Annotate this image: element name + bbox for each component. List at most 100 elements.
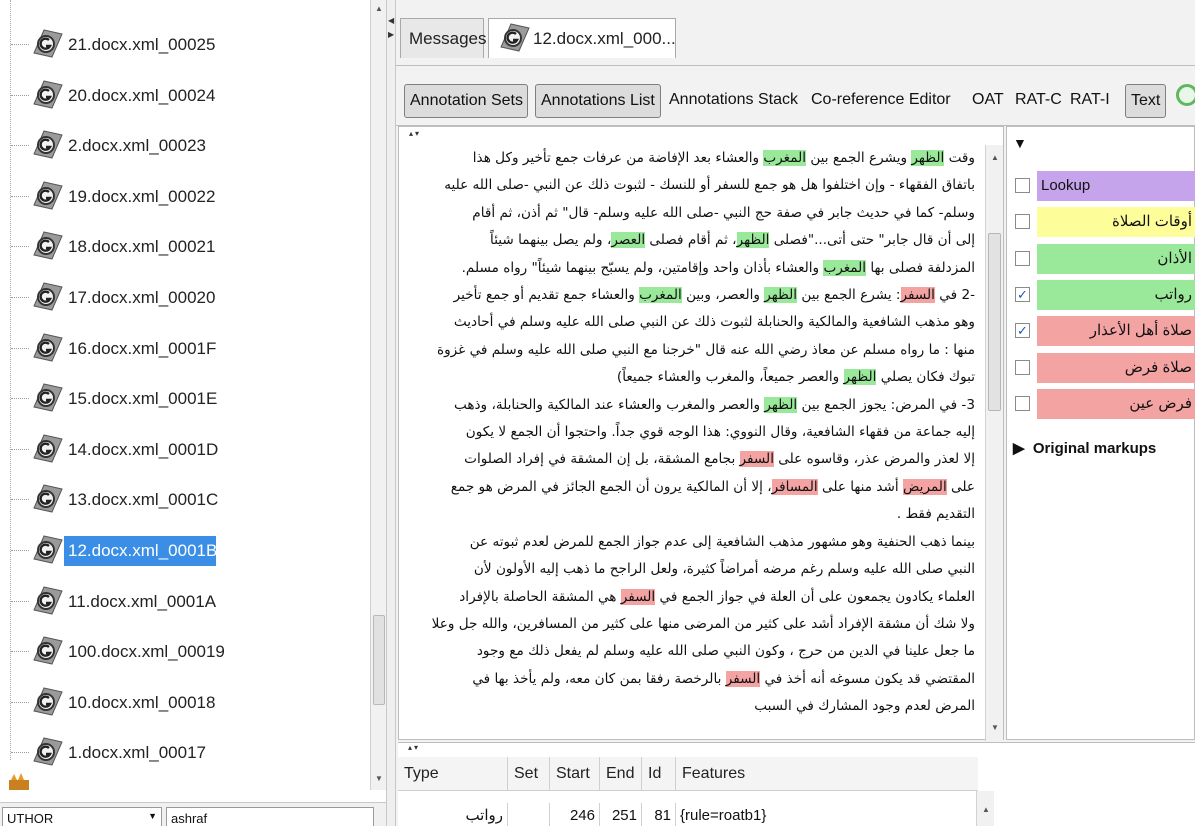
set-checkbox[interactable]: ✓ [1015, 323, 1030, 339]
tree-item-label: 2.docx.xml_00023 [68, 136, 206, 156]
annotation-highlight-red[interactable]: السفر [620, 588, 656, 605]
cell-set[interactable] [508, 803, 550, 826]
feature-name-select[interactable]: UTHOR ▼ [2, 807, 162, 826]
tree-item[interactable]: 16.docx.xml_0001F [0, 326, 370, 372]
annotations-list-button[interactable]: Annotations List [535, 84, 661, 118]
scrollbar-thumb[interactable] [988, 233, 1001, 411]
annotation-sets-button[interactable]: Annotation Sets [404, 84, 528, 118]
original-markups-node[interactable]: ▶ Original markups [1013, 439, 1156, 457]
oat-button[interactable]: OAT [967, 84, 1009, 118]
annotation-set-row[interactable]: ✓ صلاة أهل الأعذار [1015, 316, 1195, 347]
annotation-highlight-red[interactable]: السفر [725, 670, 761, 687]
annotation-highlight-green[interactable]: الظهر [736, 232, 770, 249]
text-segment: منها : ما رواه مسلم عن معاذ رضي الله عنه… [436, 341, 975, 358]
annotation-highlight-red[interactable]: السفر [900, 287, 935, 304]
panel-splitter[interactable]: ◀ ▶ [386, 0, 396, 826]
annotation-set-row[interactable]: أوقات الصلاة [1015, 207, 1195, 238]
expand-arrow-icon[interactable]: ▼ [1013, 135, 1027, 151]
scroll-down-arrow[interactable]: ▼ [372, 772, 386, 786]
cell-features[interactable]: {rule=roatb1} [676, 803, 976, 826]
text-segment: العلماء يكادون يجمعون على أن العلة في جو… [655, 588, 975, 605]
annotation-highlight-green[interactable]: الظهر [764, 287, 798, 304]
scrollbar-thumb[interactable] [373, 615, 385, 705]
tree-item[interactable]: 10.docx.xml_00018 [0, 680, 370, 726]
scroll-down-arrow[interactable]: ▼ [988, 721, 1002, 735]
tree-item[interactable]: 12.docx.xml_0001B [0, 528, 370, 574]
tree-item[interactable]: 15.docx.xml_0001E [0, 376, 370, 422]
pane-resize-handle[interactable]: ▴▾ [408, 743, 420, 752]
set-checkbox[interactable]: ✓ [1015, 286, 1030, 302]
annotation-highlight-green[interactable]: الظهر [843, 369, 877, 386]
annotation-highlight-green[interactable]: الظهر [911, 150, 945, 166]
rat-c-button[interactable]: RAT-C [1010, 84, 1067, 118]
column-header-features[interactable]: Features [676, 757, 976, 791]
scroll-up-arrow[interactable]: ▲ [372, 2, 386, 16]
document-icon [33, 535, 63, 564]
expand-right-arrow-icon[interactable]: ▶ [1013, 440, 1025, 457]
annotation-highlight-red[interactable]: السفر [739, 451, 774, 468]
text-button[interactable]: Text [1125, 84, 1166, 118]
feature-value-field[interactable]: ashraf [166, 807, 374, 826]
tree-item[interactable]: 21.docx.xml_00025 [0, 22, 370, 68]
annotation-highlight-red[interactable]: المريض [903, 478, 947, 495]
set-checkbox[interactable] [1015, 250, 1030, 266]
tree-item[interactable]: 20.docx.xml_00024 [0, 73, 370, 119]
collapse-right-arrow[interactable]: ▶ [388, 30, 394, 39]
original-markups-label: Original markups [1032, 440, 1157, 457]
annotation-highlight-green[interactable]: المغرب [639, 287, 682, 304]
scroll-up-arrow[interactable]: ▲ [988, 151, 1002, 165]
annotation-highlight-green[interactable]: المغرب [823, 259, 867, 276]
text-vertical-scrollbar[interactable]: ▲ ▼ [985, 145, 1003, 741]
text-segment: المرض لعدم وجود المشارك في السبب [754, 698, 975, 715]
document-text[interactable]: وقت الظهر ويشرع الجمع بين المغرب والعشاء… [399, 145, 983, 741]
tree-item-label: 100.docx.xml_00019 [68, 642, 225, 662]
collapse-left-arrow[interactable]: ◀ [388, 16, 394, 25]
table-vertical-scrollbar[interactable]: ▲ [976, 791, 994, 826]
set-checkbox[interactable] [1015, 359, 1030, 375]
annotation-highlight-green[interactable]: المغرب [763, 150, 807, 166]
annotation-set-row[interactable]: Lookup [1015, 171, 1195, 201]
annotation-set-row[interactable]: الأذان [1015, 243, 1195, 274]
tab-document[interactable]: 12.docx.xml_000... [488, 18, 676, 58]
column-header-set[interactable]: Set [508, 757, 550, 791]
scroll-up-arrow[interactable]: ▲ [979, 803, 993, 817]
tree-item[interactable]: 19.docx.xml_00022 [0, 174, 370, 220]
annotation-set-row[interactable]: صلاة فرض [1015, 352, 1195, 383]
annotations-stack-button[interactable]: Annotations Stack [664, 84, 803, 118]
tree-item[interactable]: 11.docx.xml_0001A [0, 579, 370, 625]
cell-start[interactable]: 246 [550, 803, 600, 826]
set-checkbox[interactable] [1015, 214, 1030, 230]
tree-vertical-scrollbar[interactable]: ▲ ▼ [370, 0, 386, 790]
tree-connector [11, 448, 29, 450]
tree-item[interactable]: 100.docx.xml_00019 [0, 629, 370, 675]
set-label: Lookup [1037, 171, 1195, 201]
tree-item[interactable]: 18.docx.xml_00021 [0, 224, 370, 270]
chevron-down-icon[interactable]: ▼ [148, 811, 157, 821]
annotation-highlight-red[interactable]: المسافر [771, 478, 818, 495]
cell-id[interactable]: 81 [642, 803, 676, 826]
set-checkbox[interactable] [1015, 178, 1030, 193]
annotation-highlight-green[interactable]: العصر [611, 232, 646, 249]
annotation-set-row[interactable]: ✓ رواتب [1015, 279, 1195, 310]
text-line: بينما ذهب الحنفية وهو مشهور مذهب الشافعي… [407, 529, 975, 556]
tree-item[interactable]: 1.docx.xml_00017 [0, 730, 370, 776]
cell-end[interactable]: 251 [600, 803, 642, 826]
set-label: أوقات الصلاة [1037, 207, 1195, 238]
tree-item[interactable]: 14.docx.xml_0001D [0, 427, 370, 473]
tree-item[interactable]: 17.docx.xml_00020 [0, 275, 370, 321]
rat-i-button[interactable]: RAT-I [1065, 84, 1115, 118]
tab-messages[interactable]: Messages [400, 18, 486, 58]
tree-item[interactable]: 13.docx.xml_0001C [0, 477, 370, 523]
annotation-highlight-green[interactable]: الظهر [764, 396, 798, 413]
set-checkbox[interactable] [1015, 395, 1030, 411]
tree-item[interactable]: 2.docx.xml_00023 [0, 123, 370, 169]
cell-type[interactable]: رواتب [398, 803, 508, 826]
column-header-end[interactable]: End [600, 757, 642, 791]
pane-resize-handle[interactable]: ▴▾ [409, 129, 421, 138]
feature-editor-row: UTHOR ▼ ashraf [0, 802, 386, 826]
column-header-start[interactable]: Start [550, 757, 600, 791]
coreference-editor-button[interactable]: Co-reference Editor [806, 84, 956, 118]
column-header-type[interactable]: Type [398, 757, 508, 791]
annotation-set-row[interactable]: فرض عين [1015, 388, 1195, 419]
column-header-id[interactable]: Id [642, 757, 676, 791]
